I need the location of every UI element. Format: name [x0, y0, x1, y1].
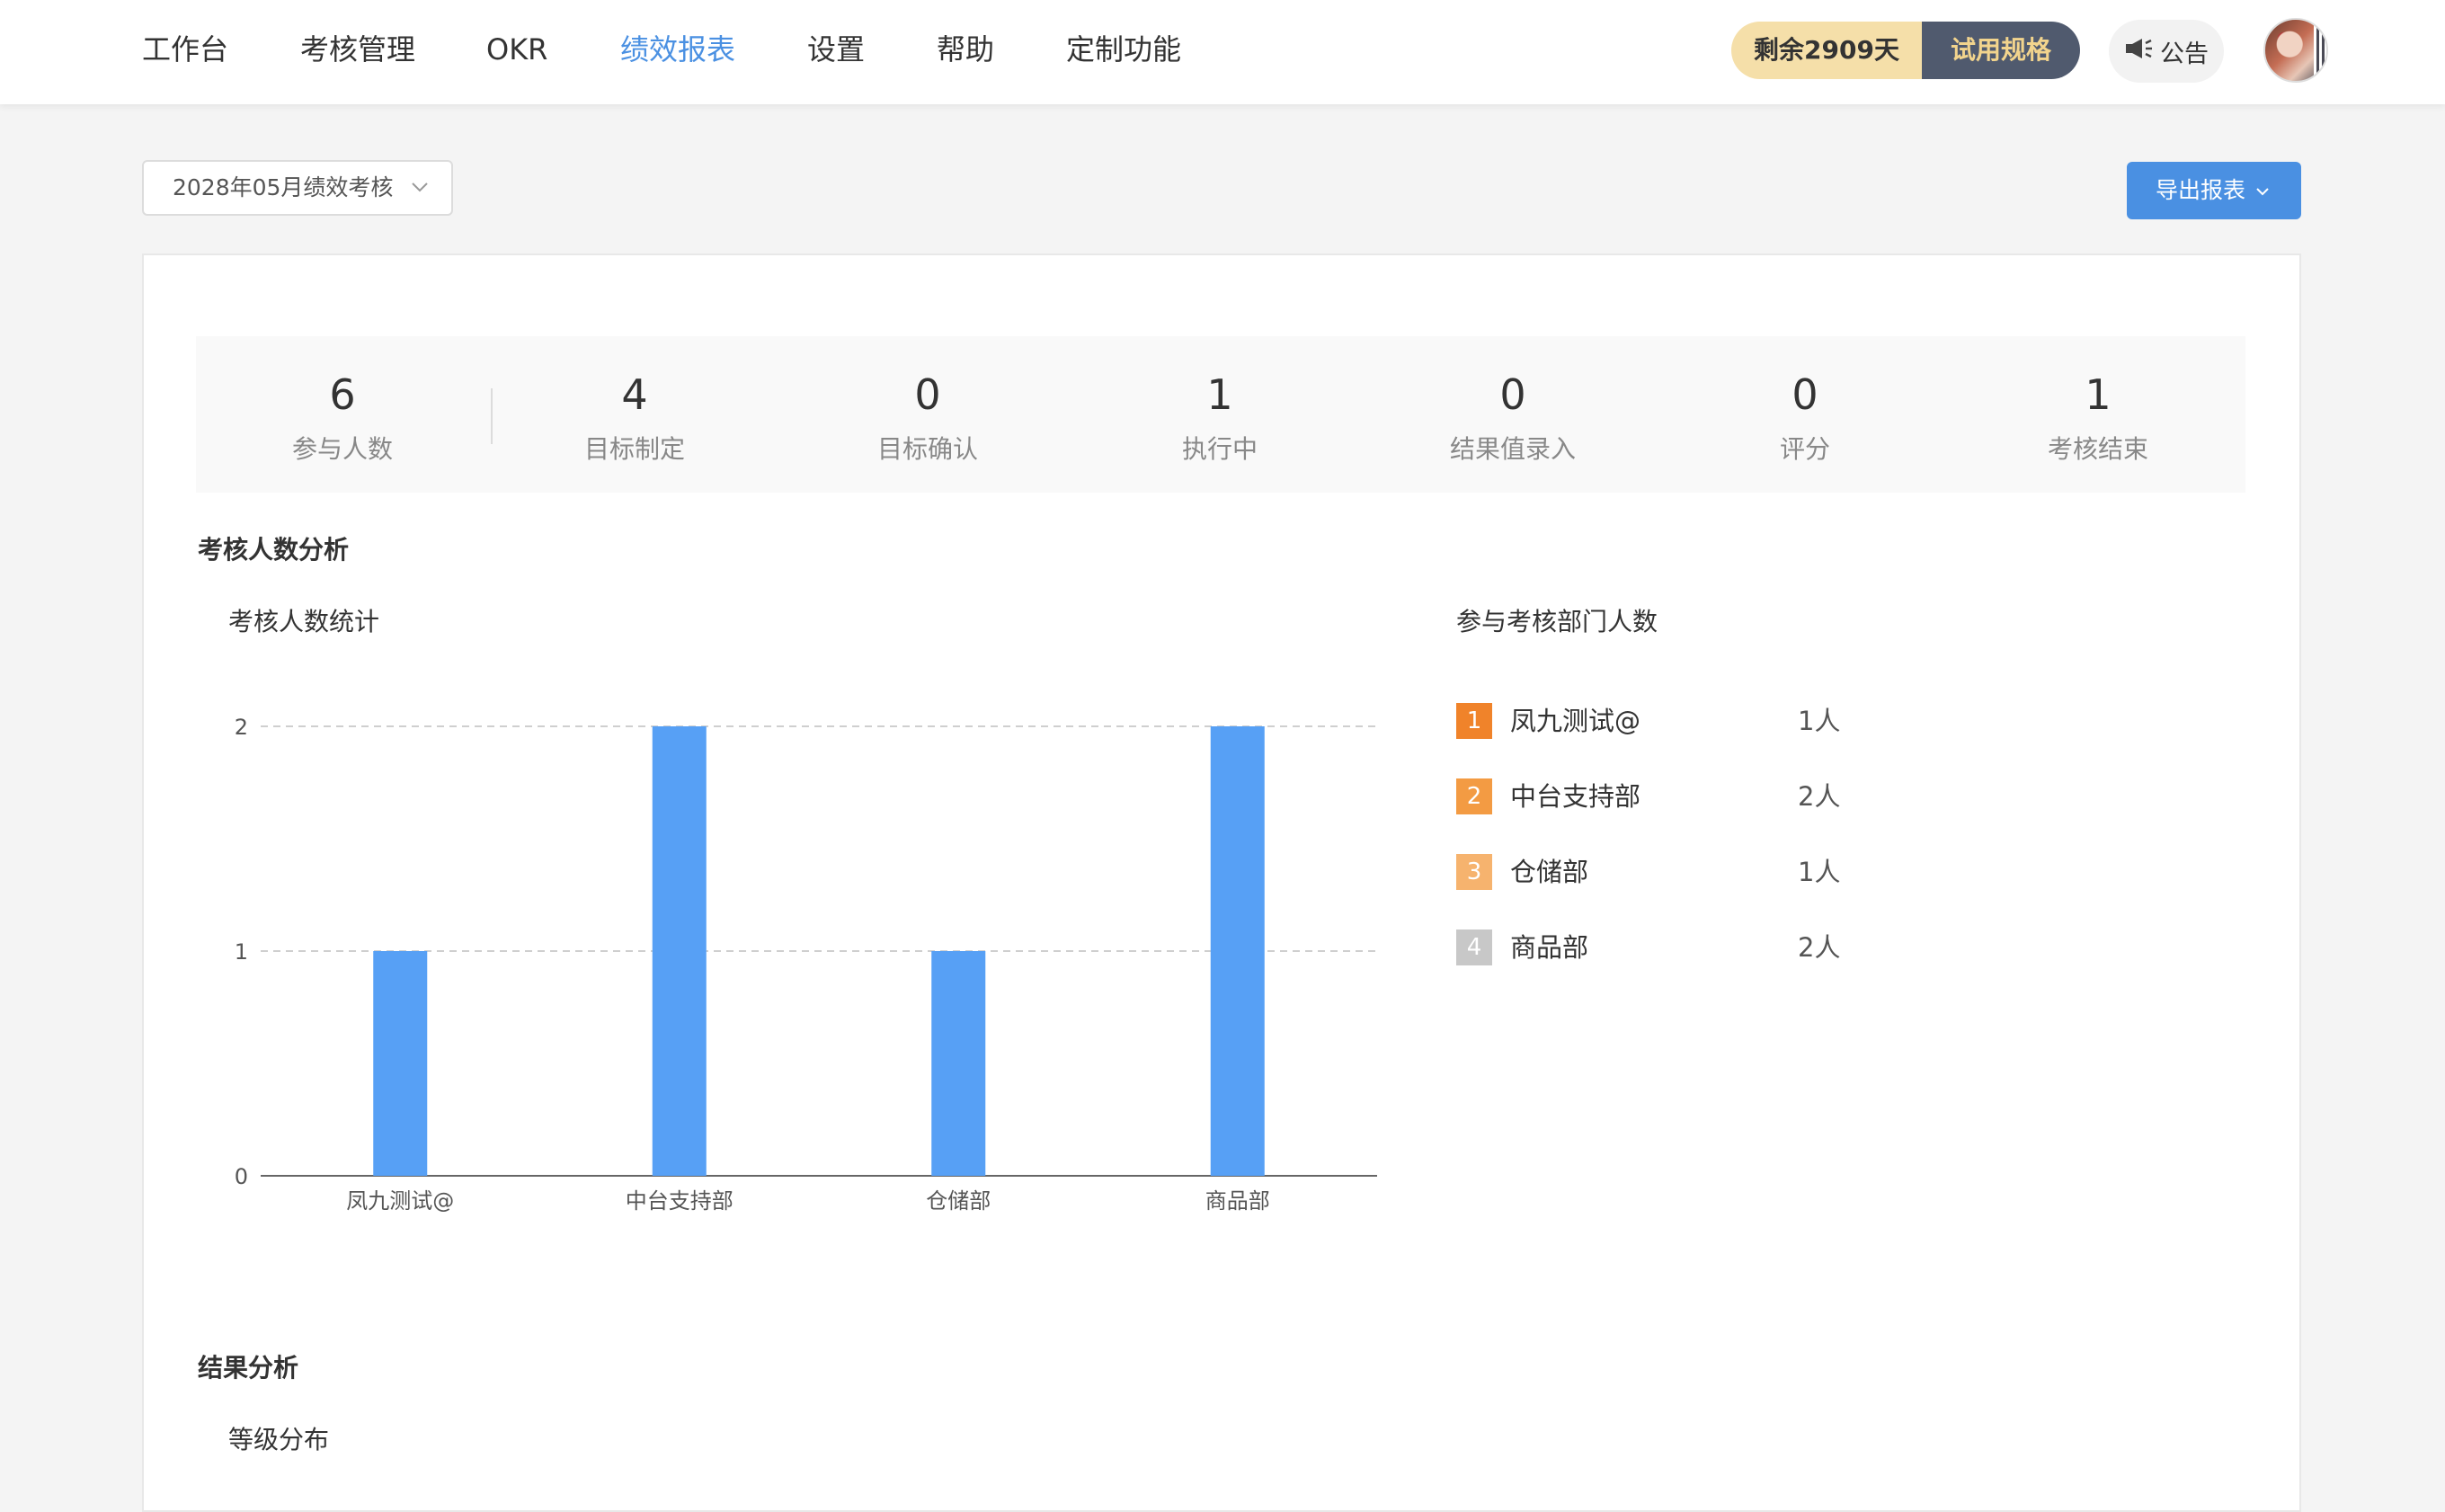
stat-value: 1 — [2085, 370, 2112, 419]
stat-label: 考核结束 — [2047, 434, 2148, 464]
stat-label: 参与人数 — [291, 434, 393, 464]
stat-value: 1 — [1206, 370, 1233, 419]
megaphone-icon — [2124, 35, 2155, 68]
department-ranking-title: 参与考核部门人数 — [1456, 607, 1658, 636]
nav-item-workbench[interactable]: 工作台 — [142, 27, 228, 72]
stat-scoring: 0 评分 — [1688, 336, 1922, 493]
stat-result-entry: 0 结果值录入 — [1396, 336, 1630, 493]
stat-label: 目标确认 — [876, 434, 978, 464]
stat-divider — [491, 388, 493, 444]
bar[interactable] — [652, 726, 707, 1176]
rank-badge: 4 — [1456, 929, 1492, 965]
ranking-department-name: 凤九测试@ — [1510, 706, 1641, 736]
ranking-row: 2 中台支持部 2人 — [1456, 778, 1852, 814]
ranking-department-name: 仓储部 — [1510, 857, 1589, 887]
ranking-count: 2人 — [1798, 781, 1841, 812]
result-analysis-title: 结果分析 — [198, 1353, 299, 1383]
rank-badge: 2 — [1456, 778, 1492, 814]
trial-plan-button[interactable]: 试用规格 — [1922, 22, 2080, 79]
period-select-value: 2028年05月绩效考核 — [173, 174, 394, 200]
ranking-department-name: 商品部 — [1510, 932, 1589, 963]
nav-item-help[interactable]: 帮助 — [937, 27, 994, 72]
nav-item-okr[interactable]: OKR — [486, 27, 547, 72]
remaining-days-label: 剩余2909天 — [1731, 22, 1922, 79]
stat-value: 6 — [329, 370, 356, 419]
x-tick-label: 中台支持部 — [626, 1188, 734, 1214]
chevron-down-icon — [410, 162, 430, 235]
x-tick-label: 商品部 — [1205, 1188, 1270, 1214]
bar[interactable] — [1210, 726, 1265, 1176]
ranking-count: 1人 — [1798, 706, 1841, 736]
stat-label: 目标制定 — [583, 434, 685, 464]
ranking-row: 3 仓储部 1人 — [1456, 854, 1852, 890]
headcount-analysis-title: 考核人数分析 — [198, 535, 350, 565]
stat-label: 结果值录入 — [1449, 434, 1576, 464]
stat-in-progress: 1 执行中 — [1103, 336, 1337, 493]
assessment-period-select[interactable]: 2028年05月绩效考核 — [142, 160, 453, 216]
headcount-chart-title: 考核人数统计 — [228, 607, 380, 636]
nav-item-settings[interactable]: 设置 — [807, 27, 865, 72]
y-tick-label: 0 — [235, 1164, 248, 1189]
y-tick-label: 1 — [235, 939, 248, 965]
stat-value: 0 — [914, 370, 941, 419]
export-report-button[interactable]: 导出报表 — [2127, 162, 2301, 219]
stat-value: 0 — [1499, 370, 1526, 419]
x-tick-label: 凤九测试@ — [346, 1188, 454, 1214]
rank-badge: 3 — [1456, 854, 1492, 890]
announcement-button[interactable]: 公告 — [2109, 20, 2224, 83]
stat-value: 4 — [621, 370, 648, 419]
ranking-department-name: 中台支持部 — [1510, 781, 1641, 812]
ranking-row: 1 凤九测试@ 1人 — [1456, 703, 1852, 739]
user-avatar[interactable] — [2263, 18, 2328, 83]
stats-summary-bar: 6 参与人数 4 目标制定 0 目标确认 1 执行中 0 结果值录入 0 评分 … — [196, 336, 2245, 493]
nav-item-performance-report[interactable]: 绩效报表 — [620, 27, 735, 72]
export-report-label: 导出报表 — [2156, 177, 2246, 203]
ranking-count: 1人 — [1798, 857, 1841, 887]
headcount-bar-chart: 0 1 2 凤九测试@ 中台支持部 仓储部 商品部 — [235, 715, 1377, 1214]
y-tick-label: 2 — [235, 715, 248, 740]
nav-item-custom-features[interactable]: 定制功能 — [1066, 27, 1181, 72]
bar[interactable] — [373, 951, 428, 1176]
nav-item-assessment-management[interactable]: 考核管理 — [300, 27, 415, 72]
stat-label: 评分 — [1779, 434, 1830, 464]
ranking-row: 4 商品部 2人 — [1456, 929, 1852, 965]
grade-distribution-title: 等级分布 — [228, 1425, 330, 1454]
announcement-label: 公告 — [2160, 40, 2209, 68]
rank-badge: 1 — [1456, 703, 1492, 739]
stat-label: 执行中 — [1181, 434, 1258, 464]
stat-goal-confirm: 0 目标确认 — [811, 336, 1045, 493]
stat-participants: 6 参与人数 — [226, 336, 459, 493]
stat-goal-setting: 4 目标制定 — [518, 336, 751, 493]
x-tick-label: 仓储部 — [926, 1188, 991, 1214]
stat-value: 0 — [1792, 370, 1818, 419]
ranking-count: 2人 — [1798, 932, 1841, 963]
top-navigation-bar: 工作台 考核管理 OKR 绩效报表 设置 帮助 定制功能 剩余2909天 试用规… — [0, 0, 2445, 104]
stat-completed: 1 考核结束 — [1981, 336, 2215, 493]
bar[interactable] — [931, 951, 986, 1176]
subscription-quota: 剩余2909天 试用规格 — [1731, 22, 2080, 79]
chevron-down-icon — [2253, 177, 2272, 203]
